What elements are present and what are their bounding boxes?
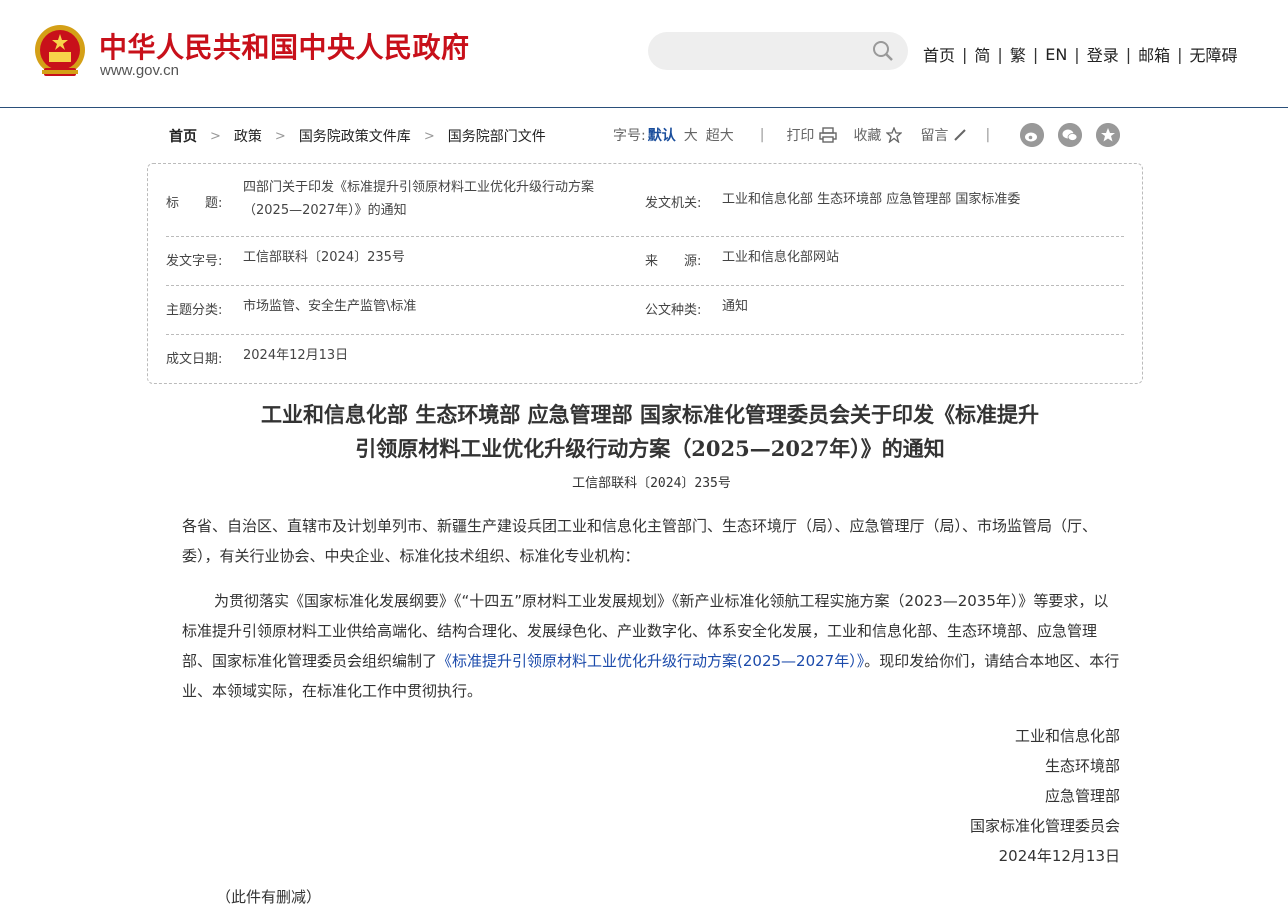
info-source-label: 来 源: bbox=[645, 254, 702, 269]
font-default-button[interactable]: 默认 bbox=[648, 125, 676, 145]
info-issuer-value: 工业和信息化部 生态环境部 应急管理部 国家标准委 bbox=[722, 192, 1021, 207]
signature-block: 工业和信息化部 生态环境部 应急管理部 国家标准化管理委员会 2024年12月1… bbox=[970, 721, 1120, 871]
favorite-button[interactable]: 收藏 bbox=[853, 125, 881, 145]
font-xlarge-button[interactable]: 超大 bbox=[706, 125, 734, 145]
nav-login[interactable]: 登录 bbox=[1087, 42, 1119, 66]
divider: | bbox=[1032, 44, 1039, 64]
divider: | bbox=[997, 44, 1003, 64]
breadcrumb-home[interactable]: 首页 bbox=[169, 126, 197, 146]
weibo-icon[interactable] bbox=[1020, 123, 1044, 147]
print-button[interactable]: 打印 bbox=[786, 125, 814, 145]
article-tools: 字号: 默认 大 超大 | 打印 收藏 留言 | bbox=[613, 124, 990, 146]
breadcrumb: 首页 > 政策 > 国务院政策文件库 > 国务院部门文件 bbox=[169, 126, 546, 146]
info-source-value: 工业和信息化部网站 bbox=[722, 250, 840, 265]
action-plan-link[interactable]: 《标准提升引领原材料工业优化升级行动方案(2025—2027年）》 bbox=[437, 652, 864, 670]
signatory: 应急管理部 bbox=[1044, 787, 1120, 805]
article-addressee: 各省、自治区、直辖市及计划单列市、新疆生产建设兵团工业和信息化主管部门、生态环境… bbox=[182, 517, 1098, 565]
article-body: 为贯彻落实《国家标准化发展纲要》《“十四五”原材料工业发展规划》《新产业标准化领… bbox=[182, 586, 1122, 706]
site-url[interactable]: www.gov.cn bbox=[100, 62, 179, 79]
info-date-label: 成文日期: bbox=[166, 352, 223, 367]
star-icon[interactable] bbox=[886, 127, 903, 143]
top-nav: 首页 | 简 | 繁 | EN | 登录 | 邮箱 | 无障碍 bbox=[923, 42, 1238, 66]
info-title-value: 四部门关于印发《标准提升引领原材料工业优化升级行动方案（2025—2027年）》… bbox=[243, 180, 595, 218]
pencil-icon[interactable] bbox=[953, 128, 967, 142]
chevron-right-icon: > bbox=[210, 128, 221, 144]
article-title: 工业和信息化部 生态环境部 应急管理部 国家标准化管理委员会关于印发《标准提升 … bbox=[150, 398, 1150, 466]
search-icon[interactable] bbox=[872, 40, 894, 62]
national-emblem-icon[interactable] bbox=[34, 24, 86, 80]
printer-icon[interactable] bbox=[819, 127, 838, 143]
divider: | bbox=[962, 44, 968, 64]
chevron-right-icon: > bbox=[423, 128, 435, 144]
font-large-button[interactable]: 大 bbox=[684, 125, 698, 145]
info-type-value: 通知 bbox=[722, 299, 749, 314]
article-title-line2: 引领原材料工业优化升级行动方案（2025—2027年）》的通知 bbox=[355, 436, 945, 461]
nav-simplified[interactable]: 简 bbox=[974, 42, 990, 66]
breadcrumb-policy[interactable]: 政策 bbox=[234, 126, 262, 146]
info-topic-value: 市场监管、安全生产监管\标准 bbox=[243, 299, 417, 314]
info-date-value: 2024年12月13日 bbox=[243, 348, 349, 363]
info-title-label: 标 题: bbox=[166, 196, 223, 211]
document-info-box: 标 题: 四部门关于印发《标准提升引领原材料工业优化升级行动方案（2025—20… bbox=[147, 163, 1143, 384]
info-docno-label: 发文字号: bbox=[166, 254, 223, 269]
divider: | bbox=[1125, 44, 1132, 64]
nav-english[interactable]: EN bbox=[1045, 45, 1067, 64]
nav-home[interactable]: 首页 bbox=[923, 42, 955, 66]
signatory: 生态环境部 bbox=[1044, 757, 1120, 775]
article-doc-number: 工信部联科〔2024〕235号 bbox=[572, 476, 731, 491]
comment-button[interactable]: 留言 bbox=[920, 125, 948, 145]
abridged-note: （此件有删减） bbox=[216, 888, 322, 906]
wechat-icon[interactable] bbox=[1058, 123, 1082, 147]
info-topic-label: 主题分类: bbox=[166, 303, 223, 318]
divider: | bbox=[1074, 44, 1080, 64]
divider: | bbox=[759, 127, 765, 143]
chevron-right-icon: > bbox=[274, 128, 286, 144]
font-size-label: 字号: bbox=[613, 128, 646, 144]
divider: | bbox=[1177, 44, 1183, 64]
info-docno-value: 工信部联科〔2024〕235号 bbox=[243, 250, 405, 265]
article-title-line1: 工业和信息化部 生态环境部 应急管理部 国家标准化管理委员会关于印发《标准提升 bbox=[261, 402, 1039, 427]
site-title[interactable]: 中华人民共和国中央人民政府 bbox=[99, 26, 470, 66]
nav-traditional[interactable]: 繁 bbox=[1010, 42, 1026, 66]
site-header: 中华人民共和国中央人民政府 www.gov.cn 首页 | 简 | 繁 | EN | 登… bbox=[0, 0, 1288, 108]
nav-mail[interactable]: 邮箱 bbox=[1138, 42, 1170, 66]
nav-accessibility[interactable]: 无障碍 bbox=[1190, 42, 1238, 66]
divider: | bbox=[985, 127, 991, 143]
sign-date: 2024年12月13日 bbox=[998, 847, 1120, 865]
search-input[interactable] bbox=[648, 32, 908, 70]
info-issuer-label: 发文机关: bbox=[645, 196, 702, 211]
breadcrumb-policy-library[interactable]: 国务院政策文件库 bbox=[299, 126, 411, 146]
info-type-label: 公文种类: bbox=[645, 303, 702, 318]
signatory: 国家标准化管理委员会 bbox=[969, 817, 1120, 835]
qzone-star-icon[interactable] bbox=[1096, 123, 1120, 147]
signatory: 工业和信息化部 bbox=[1014, 727, 1120, 745]
breadcrumb-dept-docs[interactable]: 国务院部门文件 bbox=[448, 126, 546, 146]
